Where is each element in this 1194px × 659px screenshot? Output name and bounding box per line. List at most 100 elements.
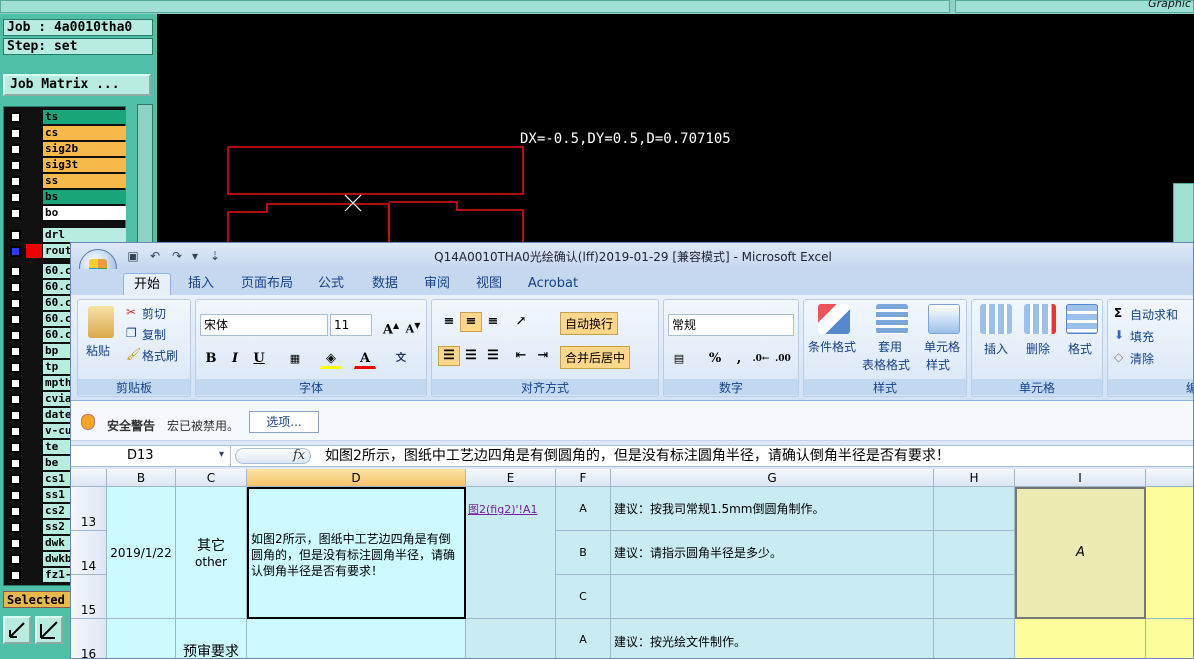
- save-icon[interactable]: ▣: [125, 248, 141, 264]
- layer-checkbox[interactable]: [10, 144, 21, 155]
- tab-data[interactable]: 数据: [361, 273, 409, 295]
- date-cell[interactable]: 2019/1/22: [107, 487, 176, 619]
- underline-button[interactable]: U: [248, 349, 270, 369]
- layer-checkbox[interactable]: [10, 160, 21, 171]
- fill-color-icon[interactable]: ◈: [320, 349, 342, 369]
- cell-b16[interactable]: [107, 619, 176, 658]
- decrease-indent-icon[interactable]: ⇤: [510, 346, 532, 366]
- wrap-text-button[interactable]: 自动换行: [560, 312, 619, 335]
- column-header[interactable]: [1146, 469, 1193, 487]
- cut-button[interactable]: 剪切: [142, 305, 166, 322]
- tab-page-layout[interactable]: 页面布局: [231, 273, 303, 295]
- increase-indent-icon[interactable]: ⇥: [532, 346, 554, 366]
- layer-checkbox[interactable]: [10, 208, 21, 219]
- cell-style-button[interactable]: 样式: [926, 356, 950, 373]
- increase-decimal-icon[interactable]: .0←: [750, 349, 772, 369]
- insert-cells-button[interactable]: 插入: [984, 340, 1008, 357]
- layer-row[interactable]: ss: [7, 174, 126, 188]
- layer-checkbox[interactable]: [10, 230, 21, 241]
- tab-formulas[interactable]: 公式: [307, 273, 355, 295]
- cell-style-label-1[interactable]: 单元格: [924, 338, 960, 355]
- undo-icon[interactable]: ↶: [147, 248, 163, 264]
- layer-checkbox[interactable]: [10, 490, 21, 501]
- layer-checkbox[interactable]: [10, 458, 21, 469]
- align-middle-icon[interactable]: ≡: [460, 312, 482, 332]
- job-matrix-button[interactable]: Job Matrix ...: [3, 74, 151, 96]
- layer-checkbox[interactable]: [10, 298, 21, 309]
- tab-review[interactable]: 审阅: [415, 273, 459, 295]
- tab-acrobat[interactable]: Acrobat: [521, 273, 585, 295]
- table-format-button[interactable]: 表格格式: [862, 356, 910, 373]
- r16-option-cell[interactable]: A: [556, 619, 611, 658]
- cam-graphic-canvas[interactable]: [157, 14, 1194, 254]
- category-cell[interactable]: 其它 other: [176, 487, 247, 619]
- layer-checkbox[interactable]: [10, 378, 21, 389]
- redo-icon[interactable]: ↷: [169, 248, 185, 264]
- question-cell[interactable]: 如图2所示，图纸中工艺边四角是有倒圆角的，但是没有标注圆角半径，请确认倒角半径是…: [247, 487, 466, 619]
- font-size-select[interactable]: 11: [330, 314, 372, 336]
- number-format-select[interactable]: 常规: [668, 314, 794, 336]
- column-header[interactable]: D: [247, 469, 466, 487]
- clear-button[interactable]: 清除: [1130, 350, 1154, 367]
- column-header[interactable]: H: [934, 469, 1015, 487]
- conditional-format-button[interactable]: 条件格式: [808, 338, 856, 355]
- cell-h16[interactable]: [934, 619, 1015, 658]
- suggestion-b-cell[interactable]: 建议：请指示圆角半径是多少。: [611, 531, 934, 575]
- column-header[interactable]: B: [107, 469, 176, 487]
- layer-row[interactable]: sig2b: [7, 142, 126, 156]
- name-box[interactable]: D13: [71, 446, 231, 466]
- layer-checkbox[interactable]: [10, 506, 21, 517]
- comma-button[interactable]: ,: [728, 349, 750, 369]
- format-painter-button[interactable]: 格式刷: [142, 347, 178, 364]
- chevron-down-icon[interactable]: ▾: [187, 248, 203, 264]
- accounting-icon[interactable]: ▤: [668, 349, 690, 369]
- measure-tool-button[interactable]: [35, 616, 63, 644]
- table-format-label-1[interactable]: 套用: [878, 338, 902, 355]
- column-header[interactable]: I: [1015, 469, 1146, 487]
- shrink-font-button[interactable]: A▼: [402, 315, 424, 336]
- layer-checkbox[interactable]: [10, 538, 21, 549]
- cell-j16[interactable]: [1146, 619, 1193, 658]
- layer-checkbox[interactable]: [10, 394, 21, 405]
- format-cells-button[interactable]: 格式: [1068, 340, 1092, 357]
- row-header[interactable]: 13: [71, 487, 107, 531]
- tab-insert[interactable]: 插入: [175, 273, 227, 295]
- cell-j13[interactable]: [1146, 487, 1193, 619]
- column-header[interactable]: E: [466, 469, 556, 487]
- layer-checkbox[interactable]: [10, 522, 21, 533]
- link-cell[interactable]: 图2(fig2)'!A1: [466, 487, 556, 619]
- cell-h14[interactable]: [934, 531, 1015, 575]
- zoom-tool-button[interactable]: [3, 616, 31, 644]
- layer-name[interactable]: cs: [43, 126, 126, 140]
- layer-checkbox[interactable]: [10, 346, 21, 357]
- suggestion-c-cell[interactable]: [611, 575, 934, 619]
- options-button[interactable]: 选项...: [249, 411, 319, 433]
- layer-row[interactable]: bo: [7, 206, 126, 220]
- title-bar[interactable]: Q14A0010THA0光绘确认(lff)2019-01-29 [兼容模式] -…: [71, 243, 1193, 269]
- decrease-decimal-icon[interactable]: .00: [772, 349, 794, 369]
- layer-checkbox[interactable]: [10, 112, 21, 123]
- chevron-down-icon[interactable]: ▾: [219, 449, 224, 460]
- align-top-icon[interactable]: ≡: [438, 312, 460, 332]
- layer-checkbox[interactable]: [10, 192, 21, 203]
- cell-h15[interactable]: [934, 575, 1015, 619]
- column-header[interactable]: F: [556, 469, 611, 487]
- paste-button[interactable]: 粘贴: [86, 342, 110, 359]
- cell-e16[interactable]: [466, 619, 556, 658]
- layer-checkbox[interactable]: [10, 410, 21, 421]
- layer-name[interactable]: sig3t: [43, 158, 126, 172]
- layer-checkbox[interactable]: [10, 570, 21, 581]
- customize-toolbar-icon[interactable]: ⇣: [207, 248, 223, 264]
- align-right-icon[interactable]: ☰: [482, 346, 504, 366]
- italic-button[interactable]: I: [224, 349, 246, 369]
- option-a-cell[interactable]: A: [556, 487, 611, 531]
- select-all-corner[interactable]: [71, 469, 107, 487]
- cell-d16[interactable]: [247, 619, 466, 658]
- cell-i16[interactable]: [1015, 619, 1146, 658]
- layer-name[interactable]: ss: [43, 174, 126, 188]
- layer-checkbox[interactable]: [10, 314, 21, 325]
- suggestion-a-cell[interactable]: 建议：按我司常规1.5mm倒圆角制作。: [611, 487, 934, 531]
- worksheet-grid[interactable]: B C D E F G H I 13 14 15 16 2019/1/22 其它…: [71, 469, 1193, 658]
- layer-row[interactable]: ts: [7, 110, 126, 124]
- option-c-cell[interactable]: C: [556, 575, 611, 619]
